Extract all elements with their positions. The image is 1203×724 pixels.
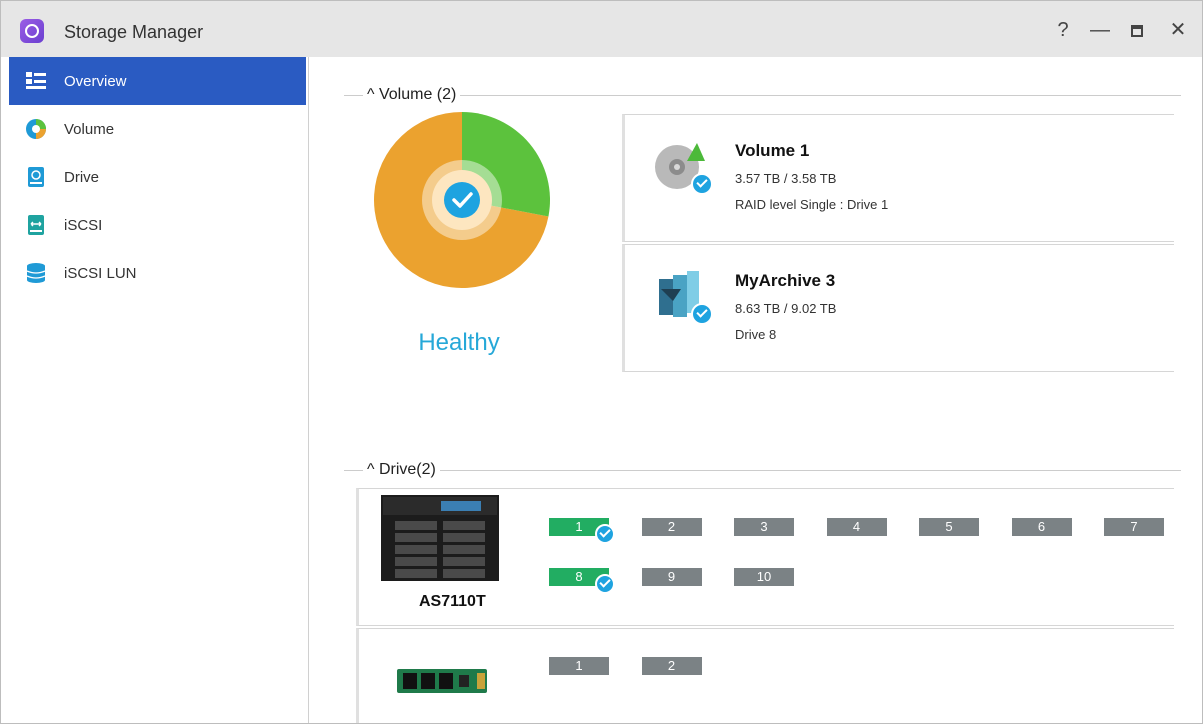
slot-label: 7 bbox=[1130, 519, 1138, 534]
volume-size: 8.63 TB / 9.02 TB bbox=[735, 301, 837, 316]
caret-up-icon: ^ bbox=[367, 461, 375, 478]
title-bar: Storage Manager ? — ✕ bbox=[1, 1, 1202, 57]
minimize-button[interactable]: — bbox=[1089, 20, 1111, 40]
check-icon bbox=[444, 182, 480, 218]
iscsi-lun-icon bbox=[26, 263, 46, 283]
close-button[interactable]: ✕ bbox=[1167, 20, 1189, 40]
drive-section-toggle[interactable]: ^ Drive(2) bbox=[363, 461, 440, 479]
storage-manager-icon bbox=[20, 19, 44, 43]
maximize-button[interactable] bbox=[1131, 25, 1143, 37]
volume-section-title: Volume (2) bbox=[378, 86, 457, 103]
slot-label: 3 bbox=[760, 519, 768, 534]
storage-manager-window: Storage Manager ? — ✕ Overview Volume Dr… bbox=[0, 0, 1203, 724]
slot-label: 9 bbox=[667, 569, 676, 584]
sidebar-item-drive[interactable]: Drive bbox=[9, 153, 306, 201]
drive-slot-4[interactable]: 4 bbox=[826, 518, 887, 536]
volume-size: 3.57 TB / 3.58 TB bbox=[735, 171, 837, 186]
health-status: Healthy bbox=[418, 329, 500, 356]
drive-slot-1[interactable]: 1 bbox=[549, 518, 615, 544]
drive-icon bbox=[28, 167, 44, 187]
nas-model-name: AS7110T bbox=[419, 593, 486, 610]
drive-slot-8[interactable]: 8 bbox=[549, 568, 615, 594]
sidebar-item-label: Drive bbox=[64, 169, 100, 186]
sidebar: Overview Volume Drive iSCSI iSCSI LUN bbox=[1, 57, 309, 723]
drive-slot-2[interactable]: 2 bbox=[641, 657, 702, 675]
drive-slot-9[interactable]: 9 bbox=[641, 568, 702, 586]
sidebar-item-overview[interactable]: Overview bbox=[9, 57, 306, 105]
drive-section-title: Drive(2) bbox=[378, 461, 436, 478]
volume-card[interactable]: MyArchive 3 8.63 TB / 9.02 TB Drive 8 bbox=[622, 244, 1174, 372]
window-title: Storage Manager bbox=[64, 22, 204, 42]
slot-label: 10 bbox=[756, 569, 772, 584]
caret-up-icon: ^ bbox=[367, 86, 375, 103]
drive-slot-2[interactable]: 2 bbox=[641, 518, 702, 536]
sidebar-item-label: Overview bbox=[64, 73, 127, 90]
sidebar-item-iscsi[interactable]: iSCSI bbox=[9, 201, 306, 249]
slot-label: 1 bbox=[575, 519, 583, 534]
volume-section-toggle[interactable]: ^ Volume (2) bbox=[363, 86, 461, 104]
volume-name: Volume 1 bbox=[735, 141, 810, 160]
help-button[interactable]: ? bbox=[1052, 20, 1074, 40]
drive-slot-6[interactable]: 6 bbox=[1011, 518, 1072, 536]
slot-label: 2 bbox=[667, 519, 676, 534]
slot-label: 2 bbox=[667, 658, 676, 673]
healthy-check-icon bbox=[691, 173, 713, 195]
sidebar-item-volume[interactable]: Volume bbox=[9, 105, 306, 153]
sidebar-item-label: Volume bbox=[64, 121, 115, 138]
drive-slot-1[interactable]: 1 bbox=[549, 657, 609, 675]
healthy-check-icon bbox=[691, 303, 713, 325]
drive-slot-7[interactable]: 7 bbox=[1104, 518, 1164, 536]
overview-icon bbox=[26, 72, 46, 89]
slot-label: 1 bbox=[575, 658, 583, 673]
volume-raid: RAID level Single : Drive 1 bbox=[735, 197, 889, 212]
section-divider bbox=[344, 470, 1181, 471]
iscsi-icon bbox=[28, 215, 44, 235]
m2-ssd-image bbox=[397, 669, 487, 693]
slot-label: 6 bbox=[1037, 519, 1046, 534]
volume-drive: Drive 8 bbox=[735, 327, 777, 342]
volume-pie-icon bbox=[26, 119, 46, 139]
sidebar-item-label: iSCSI LUN bbox=[64, 265, 137, 282]
healthy-check-icon bbox=[595, 574, 615, 594]
slot-label: 4 bbox=[852, 519, 861, 534]
section-divider bbox=[344, 95, 1181, 96]
volume-card[interactable]: Volume 1 3.57 TB / 3.58 TB RAID level Si… bbox=[622, 114, 1174, 242]
volume-usage-donut bbox=[374, 112, 550, 288]
volume-name: MyArchive 3 bbox=[735, 271, 836, 290]
healthy-check-icon bbox=[595, 524, 615, 544]
drive-slot-10[interactable]: 10 bbox=[734, 568, 794, 586]
sidebar-item-iscsi-lun[interactable]: iSCSI LUN bbox=[9, 249, 306, 297]
drive-slot-3[interactable]: 3 bbox=[734, 518, 794, 536]
slot-label: 5 bbox=[945, 519, 953, 534]
drive-slot-5[interactable]: 5 bbox=[919, 518, 979, 536]
slot-label: 8 bbox=[575, 569, 583, 584]
nas-device-image bbox=[381, 495, 499, 581]
sidebar-item-label: iSCSI bbox=[64, 217, 103, 234]
